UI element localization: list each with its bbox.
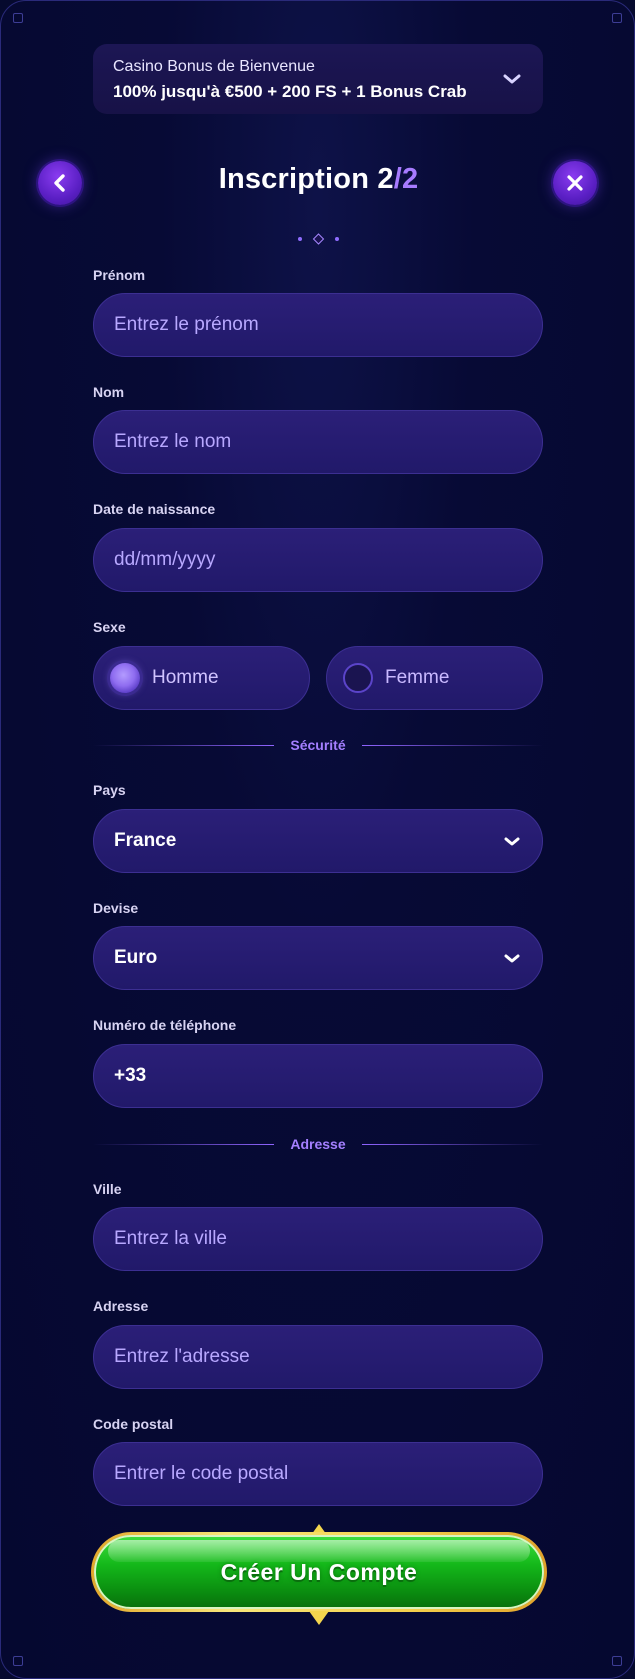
close-icon	[567, 175, 583, 191]
address-placeholder: Entrez l'adresse	[114, 1346, 250, 1367]
last-name-label: Nom	[93, 384, 125, 400]
section-title-security: Sécurité	[290, 737, 346, 753]
create-account-button-wrap: Créer Un Compte	[91, 1524, 547, 1646]
divider-line	[361, 744, 543, 746]
bonus-title: Casino Bonus de Bienvenue	[113, 58, 315, 75]
title-divider	[111, 233, 526, 245]
last-name-input[interactable]: Entrez le nom	[93, 410, 543, 474]
phone-label: Numéro de téléphone	[93, 1017, 237, 1033]
first-name-placeholder: Entrez le prénom	[114, 314, 259, 335]
postal-code-label: Code postal	[93, 1416, 174, 1432]
phone-input[interactable]: +33	[93, 1044, 543, 1108]
chevron-down-icon	[504, 837, 520, 846]
page-title-main: Inscription 2	[218, 163, 394, 195]
last-name-placeholder: Entrez le nom	[114, 431, 232, 452]
bonus-selector[interactable]: Casino Bonus de Bienvenue 100% jusqu'à €…	[93, 44, 543, 114]
corner-ornament	[612, 1656, 622, 1666]
city-input[interactable]: Entrez la ville	[93, 1207, 543, 1271]
country-value: France	[114, 830, 177, 851]
page-title-step-total: /2	[393, 163, 419, 195]
gem-ornament-icon	[309, 1611, 329, 1625]
city-label: Ville	[93, 1181, 122, 1197]
birth-date-label: Date de naissance	[93, 501, 216, 517]
section-divider-security: Sécurité	[93, 735, 543, 755]
gender-label: Sexe	[93, 619, 126, 635]
birth-date-input[interactable]: dd/mm/yyyy	[93, 528, 543, 592]
gender-option-label: Homme	[152, 667, 219, 688]
close-button[interactable]	[553, 161, 597, 205]
gender-option-label: Femme	[385, 667, 450, 688]
radio-selected-icon	[110, 663, 140, 693]
create-account-button-face: Créer Un Compte	[94, 1535, 544, 1609]
postal-code-placeholder: Entrer le code postal	[114, 1463, 289, 1484]
currency-value: Euro	[114, 947, 158, 968]
corner-ornament	[612, 13, 622, 23]
divider-line	[93, 744, 275, 746]
radio-unselected-icon	[343, 663, 373, 693]
address-input[interactable]: Entrez l'adresse	[93, 1325, 543, 1389]
chevron-down-icon	[504, 954, 520, 963]
birth-date-placeholder: dd/mm/yyyy	[114, 549, 216, 570]
country-label: Pays	[93, 782, 126, 798]
page-title: Inscription 2/2	[1, 163, 634, 196]
phone-value: +33	[114, 1065, 147, 1086]
create-account-button[interactable]: Créer Un Compte	[91, 1532, 547, 1612]
address-label: Adresse	[93, 1298, 149, 1314]
gender-option-homme[interactable]: Homme	[93, 646, 310, 710]
gender-option-femme[interactable]: Femme	[326, 646, 543, 710]
corner-ornament	[13, 13, 23, 23]
section-divider-address: Adresse	[93, 1134, 544, 1154]
create-account-label: Créer Un Compte	[220, 1558, 418, 1585]
divider-line	[361, 1143, 544, 1145]
first-name-input[interactable]: Entrez le prénom	[93, 293, 543, 357]
currency-select[interactable]: Euro	[93, 926, 543, 990]
city-placeholder: Entrez la ville	[114, 1228, 227, 1249]
corner-ornament	[13, 1656, 23, 1666]
registration-panel: Casino Bonus de Bienvenue 100% jusqu'à €…	[0, 0, 635, 1679]
chevron-down-icon	[503, 74, 521, 84]
section-title-address: Adresse	[290, 1136, 346, 1152]
postal-code-input[interactable]: Entrer le code postal	[93, 1442, 543, 1506]
divider-line	[93, 1143, 275, 1145]
currency-label: Devise	[93, 900, 139, 916]
country-select[interactable]: France	[93, 809, 543, 873]
bonus-description: 100% jusqu'à €500 + 200 FS + 1 Bonus Cra…	[113, 82, 467, 101]
first-name-label: Prénom	[93, 267, 146, 283]
